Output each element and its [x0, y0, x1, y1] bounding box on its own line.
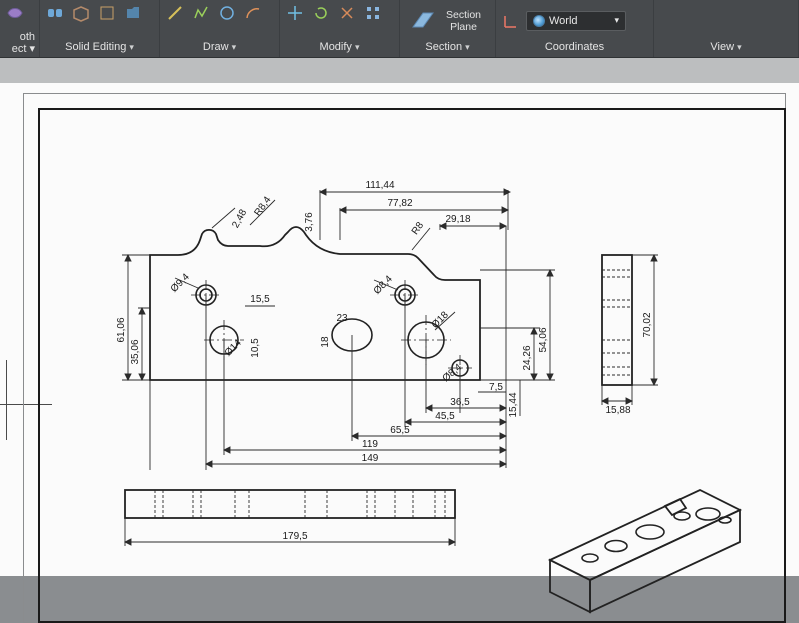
- dim-149: 149: [362, 453, 379, 464]
- dim-2-48: 2,48: [230, 207, 249, 230]
- coordinate-system-value: World: [549, 15, 578, 27]
- isometric-view: [530, 450, 786, 623]
- section-plane-button[interactable]: [409, 9, 437, 33]
- clean-icon[interactable]: [96, 2, 118, 24]
- dim-15-44: 15,44: [508, 392, 519, 417]
- dim-119: 119: [362, 439, 378, 450]
- dim-54-06: 54,06: [538, 327, 549, 352]
- panel-title-draw[interactable]: Draw▾: [164, 39, 275, 55]
- dim-24-26: 24,26: [522, 345, 533, 370]
- rotate-icon[interactable]: [310, 2, 332, 24]
- ribbon-panel-view: View▾: [654, 0, 799, 57]
- dim-65-5: 65,5: [390, 425, 410, 436]
- array-icon[interactable]: [362, 2, 384, 24]
- panel-title-solid-editing[interactable]: Solid Editing▾: [44, 39, 155, 55]
- globe-icon: [533, 15, 545, 27]
- dim-70-02: 70,02: [642, 312, 653, 337]
- top-edge-view: 179,5: [115, 480, 515, 580]
- dim-45-5: 45,5: [435, 411, 455, 422]
- ribbon-panel-draw: Draw▾: [160, 0, 280, 57]
- smooth-object-icon[interactable]: [4, 2, 26, 24]
- dim-35-06: 35,06: [130, 339, 141, 364]
- check-icon[interactable]: [122, 2, 144, 24]
- ribbon-panel-section: Section Plane Section▾: [400, 0, 496, 57]
- panel-title-section[interactable]: Section▾: [404, 39, 491, 55]
- panel-title-modify[interactable]: Modify▾: [284, 39, 395, 55]
- move-icon[interactable]: [284, 2, 306, 24]
- trim-icon[interactable]: [336, 2, 358, 24]
- ucs-icon[interactable]: [500, 10, 522, 32]
- dim-15-5: 15,5: [250, 294, 270, 305]
- crosshair-vertical: [6, 360, 7, 440]
- dim-d14: Ø14: [223, 337, 244, 358]
- dim-23: 23: [336, 313, 348, 324]
- polyline-icon[interactable]: [190, 2, 212, 24]
- dim-d9-4: Ø9,4: [169, 271, 192, 294]
- ribbon-toolbar: oth ect ▾ Solid Editing▾: [0, 0, 799, 58]
- separate-icon[interactable]: [44, 2, 66, 24]
- dim-179-5: 179,5: [282, 531, 307, 542]
- front-view: 111,44 77,82 29,18 2,48 R8,4 3,76 R8 Ø9,…: [80, 130, 600, 490]
- arc-icon[interactable]: [242, 2, 264, 24]
- drawing-viewport[interactable]: 111,44 77,82 29,18 2,48 R8,4 3,76 R8 Ø9,…: [0, 58, 799, 576]
- panel-title-view[interactable]: View▾: [658, 39, 794, 55]
- section-plane-label: Section Plane: [441, 9, 487, 33]
- mesh-label-a: oth: [20, 31, 35, 43]
- dim-3-76: 3,76: [304, 212, 315, 232]
- coordinate-system-select[interactable]: World ▾: [526, 11, 626, 31]
- shell-icon[interactable]: [70, 2, 92, 24]
- dim-r8: R8: [410, 220, 427, 237]
- side-view: 70,02 15,88: [592, 245, 722, 425]
- drawing-border-inner: 111,44 77,82 29,18 2,48 R8,4 3,76 R8 Ø9,…: [38, 108, 786, 623]
- ribbon-panel-solid-editing: Solid Editing▾: [40, 0, 160, 57]
- dim-15-88: 15,88: [605, 405, 630, 416]
- dim-d8-4a: Ø8,4: [372, 273, 395, 296]
- mesh-label-b: ect: [12, 43, 27, 55]
- ribbon-panel-mesh: oth ect ▾: [0, 0, 40, 57]
- line-icon[interactable]: [164, 2, 186, 24]
- circle-icon[interactable]: [216, 2, 238, 24]
- dim-18v: 18: [320, 336, 331, 348]
- dim-29-18: 29,18: [445, 214, 470, 225]
- dim-7-5: 7,5: [489, 382, 503, 393]
- dim-77-82: 77,82: [387, 198, 412, 209]
- dim-r8-4: R8,4: [252, 194, 273, 218]
- ribbon-panel-modify: Modify▾: [280, 0, 400, 57]
- dim-10-5: 10,5: [250, 338, 261, 358]
- panel-title-coordinates[interactable]: Coordinates: [500, 39, 649, 55]
- dim-d18: Ø18: [430, 309, 451, 330]
- ribbon-panel-coordinates: World ▾ Coordinates: [496, 0, 654, 57]
- dim-111-44: 111,44: [365, 180, 395, 191]
- dim-61-06: 61,06: [116, 317, 127, 342]
